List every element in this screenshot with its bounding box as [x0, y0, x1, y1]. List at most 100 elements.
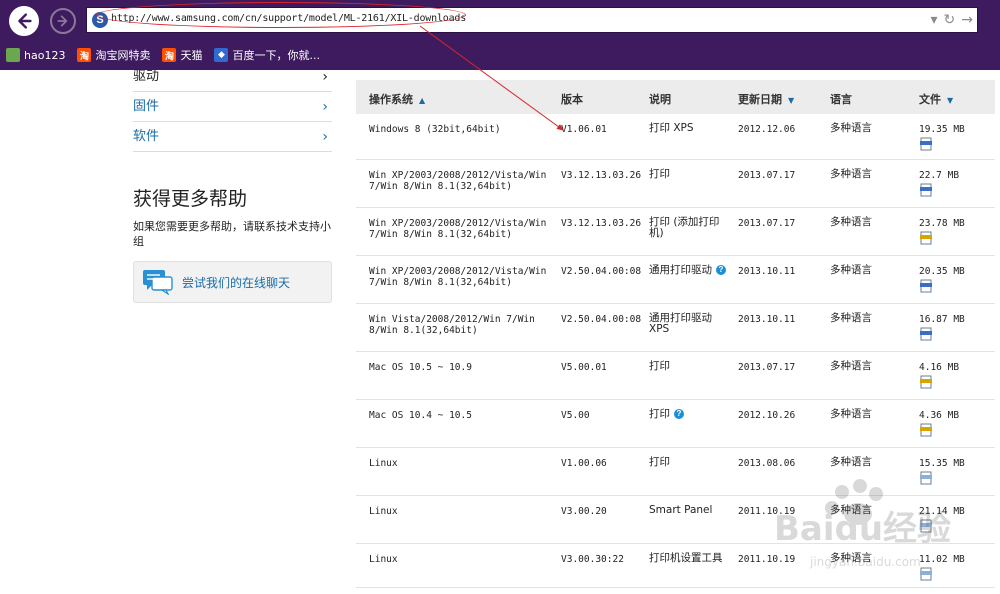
- cell-language-text: 多种语言: [830, 264, 872, 276]
- dropdown-icon[interactable]: ▾: [931, 12, 938, 28]
- cell-file-text: 11.02 MB: [919, 554, 965, 565]
- header-version: 版本: [561, 91, 583, 107]
- header-version-label: 版本: [561, 93, 583, 106]
- taobao-icon: 淘: [77, 48, 92, 62]
- live-chat-button[interactable]: 尝试我们的在线聊天: [133, 261, 332, 303]
- doc-file-icon[interactable]: [919, 519, 933, 533]
- bookmark-label: 天猫: [180, 49, 203, 62]
- header-language: 语言: [830, 91, 852, 107]
- address-bar[interactable]: S http://www.samsung.com/cn/support/mode…: [86, 7, 978, 33]
- cell-language-text: 多种语言: [830, 408, 872, 420]
- cell-language-text: 多种语言: [830, 360, 872, 372]
- cell-description: 打印: [649, 169, 731, 180]
- cell-description: 打印 XPS: [649, 123, 731, 134]
- cell-file: 4.16 MB: [919, 362, 989, 389]
- sidebar-item-drivers[interactable]: 驱动 ›: [133, 70, 332, 92]
- cell-date-text: 2011.10.19: [738, 554, 796, 565]
- table-row: Linux V1.00.06 打印 2013.08.06 多种语言 15.35 MB: [356, 448, 995, 496]
- downloads-table: 操作系统 ▲ 版本 说明 更新日期 ▼ 语言 文件 ▼ Windows 8 (32bi…: [356, 80, 995, 588]
- header-os[interactable]: 操作系统 ▲: [369, 91, 425, 107]
- zip-file-icon[interactable]: [919, 423, 933, 437]
- hao123-icon: [6, 48, 20, 62]
- cell-version-text: V1.00.06: [561, 458, 607, 469]
- cell-os-text: Linux: [369, 458, 398, 469]
- header-file[interactable]: 文件 ▼: [919, 91, 953, 107]
- table-row: Linux V3.00.30:22 打印机设置工具 2011.10.19 多种语言 11.…: [356, 544, 995, 588]
- bookmarks-bar: hao123 淘淘宝网特卖淘天猫 ◆ 百度一下，你就...: [0, 44, 1000, 66]
- cell-os: Linux: [369, 506, 549, 517]
- sidebar-item-software[interactable]: 软件 ›: [133, 122, 332, 152]
- chat-bubble-icon: [142, 269, 174, 295]
- cell-file-text: 4.16 MB: [919, 362, 960, 373]
- cell-os: Win XP/2003/2008/2012/Vista/Win 7/Win 8/…: [369, 170, 549, 192]
- bookmark-label: 百度一下，你就...: [232, 49, 320, 62]
- cell-description: Smart Panel: [649, 505, 731, 516]
- cell-date-text: 2013.07.17: [738, 218, 796, 229]
- cell-version-text: V2.50.04.00:08: [561, 266, 642, 277]
- help-title: 获得更多帮助: [133, 188, 248, 210]
- zip-file-icon[interactable]: [919, 231, 933, 245]
- cell-version: V1.06.01: [561, 124, 645, 135]
- exe-file-icon[interactable]: [919, 137, 933, 151]
- table-body: Windows 8 (32bit,64bit) V1.06.01 打印 XPS 201…: [356, 114, 995, 588]
- exe-file-icon[interactable]: [919, 183, 933, 197]
- zip-file-icon[interactable]: [919, 375, 933, 389]
- bookmark-item[interactable]: hao123: [6, 48, 65, 62]
- cell-description: 打印?: [649, 409, 731, 420]
- sidebar-item-firmware[interactable]: 固件 ›: [133, 92, 332, 122]
- cell-version: V5.00: [561, 410, 645, 421]
- table-row: Win Vista/2008/2012/Win 7/Win 8/Win 8.1(…: [356, 304, 995, 352]
- cell-version: V5.00.01: [561, 362, 645, 373]
- cell-version-text: V5.00: [561, 410, 590, 421]
- cell-file: 19.35 MB: [919, 124, 989, 151]
- bookmark-item[interactable]: 淘天猫: [162, 47, 202, 63]
- cell-description-text: 通用打印驱动: [649, 264, 712, 276]
- cell-date: 2012.12.06: [738, 124, 818, 135]
- header-file-label: 文件: [919, 93, 941, 106]
- cell-date-text: 2013.07.17: [738, 362, 796, 373]
- cell-version-text: V5.00.01: [561, 362, 607, 373]
- cell-description: 通用打印驱动 XPS: [649, 313, 731, 335]
- cell-os-text: Win XP/2003/2008/2012/Vista/Win 7/Win 8/…: [369, 218, 547, 240]
- help-icon[interactable]: ?: [716, 265, 726, 275]
- address-text[interactable]: http://www.samsung.com/cn/support/model/…: [111, 13, 466, 24]
- bookmark-item[interactable]: 淘淘宝网特卖: [77, 47, 150, 63]
- cell-file-text: 21.14 MB: [919, 506, 965, 517]
- forward-button[interactable]: [50, 8, 76, 34]
- doc-file-icon[interactable]: [919, 471, 933, 485]
- exe-file-icon[interactable]: [919, 279, 933, 293]
- cell-file: 4.36 MB: [919, 410, 989, 437]
- cell-language-text: 多种语言: [830, 456, 872, 468]
- bookmark-item[interactable]: ◆ 百度一下，你就...: [214, 47, 320, 63]
- cell-date-text: 2011.10.19: [738, 506, 796, 517]
- cell-version: V1.00.06: [561, 458, 645, 469]
- cell-os: Mac OS 10.5 ~ 10.9: [369, 362, 549, 373]
- header-description-label: 说明: [649, 93, 671, 106]
- cell-version: V3.12.13.03.26: [561, 170, 645, 181]
- back-button[interactable]: [9, 6, 39, 36]
- doc-file-icon[interactable]: [919, 567, 933, 581]
- header-date[interactable]: 更新日期 ▼: [738, 91, 794, 107]
- cell-file: 22.7 MB: [919, 170, 989, 197]
- table-row: Mac OS 10.5 ~ 10.9 V5.00.01 打印 2013.07.17 多种…: [356, 352, 995, 400]
- refresh-icon[interactable]: ↻: [944, 12, 956, 28]
- sort-desc-icon: ▼: [788, 96, 795, 105]
- header-os-label: 操作系统: [369, 93, 413, 106]
- cell-version-text: V3.00.30:22: [561, 554, 624, 565]
- go-arrow-icon[interactable]: →: [961, 12, 973, 28]
- cell-version-text: V1.06.01: [561, 124, 607, 135]
- cell-date-text: 2013.07.17: [738, 170, 796, 181]
- cell-date: 2013.07.17: [738, 170, 818, 181]
- cell-language: 多种语言: [830, 409, 900, 420]
- cell-file-text: 15.35 MB: [919, 458, 965, 469]
- cell-description-text: 打印: [649, 360, 670, 372]
- header-language-label: 语言: [830, 93, 852, 106]
- address-actions: ▾ ↻ →: [931, 12, 974, 28]
- cell-os: Mac OS 10.4 ~ 10.5: [369, 410, 549, 421]
- help-icon[interactable]: ?: [674, 409, 684, 419]
- cell-date-text: 2013.10.11: [738, 266, 796, 277]
- cell-language-text: 多种语言: [830, 168, 872, 180]
- cell-version-text: V2.50.04.00:08: [561, 314, 642, 325]
- cell-language: 多种语言: [830, 361, 900, 372]
- exe-file-icon[interactable]: [919, 327, 933, 341]
